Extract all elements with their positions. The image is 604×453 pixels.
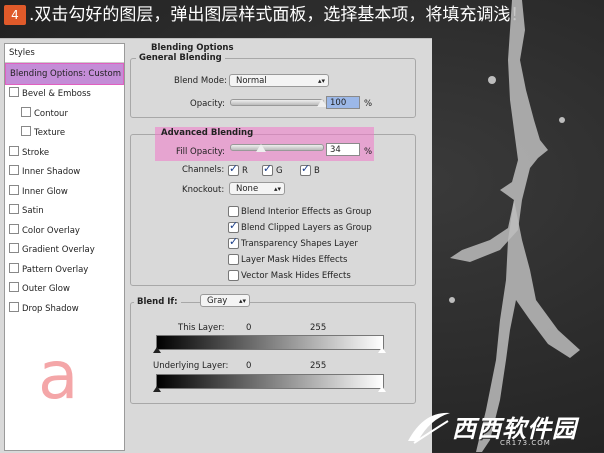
paint-splash-image [449,0,580,452]
logo-swoosh-icon [408,412,450,444]
sidebar-item-stroke[interactable]: Stroke [5,144,124,164]
watermark-url: CR173.COM [500,439,551,447]
underlying-layer-white-handle[interactable] [378,386,386,392]
sidebar-item-satin[interactable]: Satin [5,202,124,222]
transparency-shapes-label: Transparency Shapes Layer [241,239,358,249]
checkbox[interactable] [21,126,31,136]
blending-options-title: Blending Options [148,43,237,53]
fill-opacity-slider-handle[interactable] [256,144,267,152]
styles-header[interactable]: Styles [5,44,124,63]
advanced-blending-title: Advanced Blending [161,128,254,138]
this-layer-min: 0 [246,323,252,333]
this-layer-black-handle[interactable] [153,347,161,353]
sidebar-item-inner-shadow[interactable]: Inner Shadow [5,163,124,183]
layer-style-dialog: Styles Blending Options: Custom Bevel & … [0,38,432,453]
sidebar-item-blending-options[interactable]: Blending Options: Custom [5,63,124,85]
sidebar-item-contour[interactable]: Contour [5,105,124,125]
sidebar-item-color-overlay[interactable]: Color Overlay [5,222,124,242]
sidebar-item-inner-glow[interactable]: Inner Glow [5,183,124,203]
checkbox[interactable] [9,204,19,214]
checkbox[interactable] [9,184,19,195]
sidebar-item-outer-glow[interactable]: Outer Glow [5,280,124,300]
channel-r-checkbox[interactable] [228,162,239,176]
sidebar-item-drop-shadow[interactable]: Drop Shadow [5,300,124,320]
step-badge: 4 [4,5,26,25]
sidebar-item-bevel-emboss[interactable]: Bevel & Emboss [5,85,124,105]
opacity-input[interactable]: 100 [326,96,360,109]
blending-options-panel: Blending Options General Blending Blend … [126,39,432,453]
checkbox[interactable] [9,87,19,97]
underlying-layer-gradient [156,374,384,389]
watermark-logo: 西西软件园 CR173.COM [390,405,600,449]
checkbox[interactable] [9,165,19,175]
general-blending-title: General Blending [136,53,225,63]
fill-opacity-slider[interactable] [230,144,324,151]
checkbox[interactable] [9,145,19,156]
blend-interior-checkbox[interactable] [228,206,239,217]
general-blending-group [130,58,416,118]
chevron-updown-icon: ▴▾ [273,185,281,193]
opacity-label: Opacity: [190,99,225,109]
fill-opacity-unit: % [364,147,373,157]
annotation-letter: a [38,337,79,414]
blend-if-select[interactable]: Gray ▴▾ [200,294,250,307]
transparency-shapes-checkbox[interactable] [228,235,239,249]
layer-mask-label: Layer Mask Hides Effects [241,255,348,265]
underlying-layer-label: Underlying Layer: [153,361,229,371]
fill-opacity-label: Fill Opacity: [176,147,225,157]
checkbox[interactable] [9,301,19,312]
this-layer-label: This Layer: [178,323,225,333]
knockout-label: Knockout: [182,185,225,195]
sidebar-item-texture[interactable]: Texture [5,124,124,144]
blend-clipped-label: Blend Clipped Layers as Group [241,223,372,233]
chevron-updown-icon: ▴▾ [317,77,325,85]
channel-g-label: G [276,166,283,176]
sidebar-item-gradient-overlay[interactable]: Gradient Overlay [5,241,124,261]
blend-mode-label: Blend Mode: [174,76,227,86]
checkbox[interactable] [21,106,31,117]
chevron-updown-icon: ▴▾ [238,297,246,305]
blend-if-label: Blend If: [134,297,181,307]
underlying-layer-black-handle[interactable] [153,386,161,392]
checkbox[interactable] [9,282,19,292]
checkbox[interactable] [9,223,19,234]
blend-clipped-checkbox[interactable] [228,219,239,233]
knockout-select[interactable]: None ▴▾ [229,182,285,195]
this-layer-white-handle[interactable] [378,347,386,353]
channel-r-label: R [242,166,248,176]
blend-mode-select[interactable]: Normal ▴▾ [229,74,329,87]
vector-mask-label: Vector Mask Hides Effects [241,271,351,281]
layer-mask-checkbox[interactable] [228,254,239,265]
checkbox[interactable] [9,262,19,273]
checkbox[interactable] [9,243,19,253]
opacity-slider[interactable] [230,99,324,106]
channels-label: Channels: [182,165,225,175]
fill-opacity-input[interactable]: 34 [326,143,360,156]
underlying-layer-min: 0 [246,361,252,371]
opacity-unit: % [364,99,373,109]
sidebar-item-pattern-overlay[interactable]: Pattern Overlay [5,261,124,281]
vector-mask-checkbox[interactable] [228,270,239,281]
this-layer-max: 255 [310,323,327,333]
underlying-layer-max: 255 [310,361,327,371]
channel-b-checkbox[interactable] [300,162,311,176]
blend-interior-label: Blend Interior Effects as Group [241,207,372,217]
this-layer-gradient [156,335,384,350]
channel-b-label: B [314,166,320,176]
channel-g-checkbox[interactable] [262,162,273,176]
